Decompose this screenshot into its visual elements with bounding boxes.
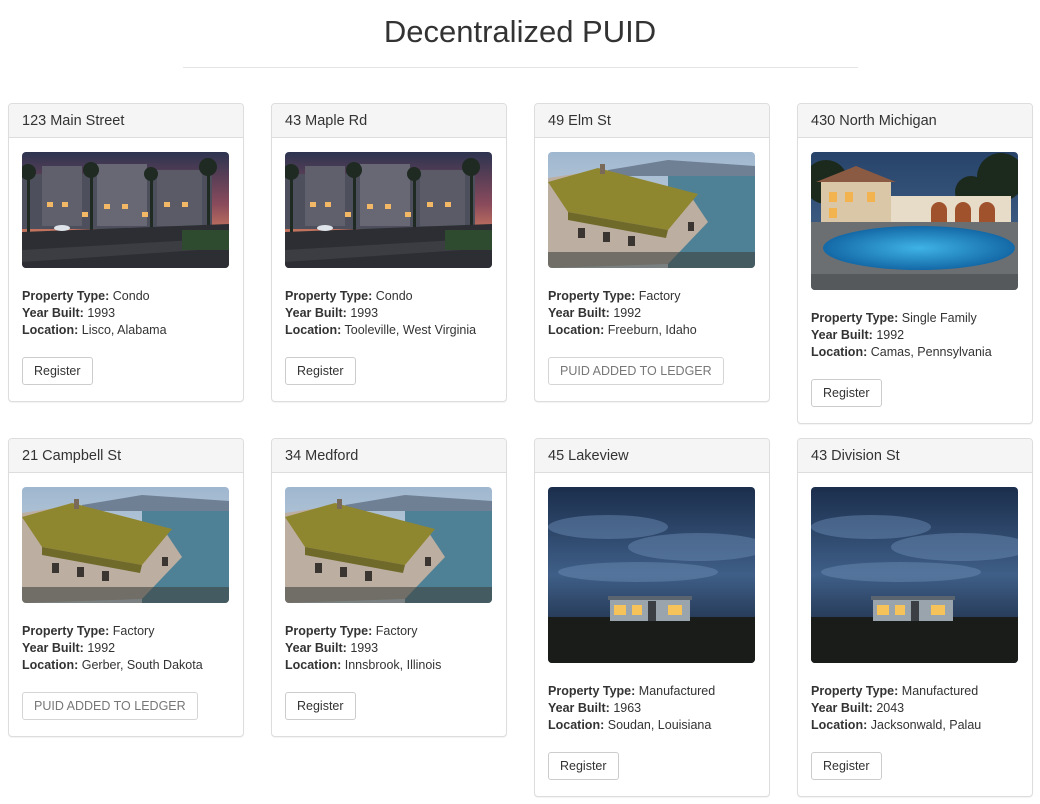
location-label: Location — [811, 345, 864, 359]
property-card: 49 Elm St Property Type: Factory Year Bu… — [534, 103, 770, 402]
property-type-value: Factory — [638, 289, 681, 303]
property-card-title: 123 Main Street — [9, 104, 243, 138]
type-label: Property Type — [22, 289, 106, 303]
puid-added-button[interactable]: PUID ADDED TO LEDGER — [22, 692, 198, 720]
property-card-title: 43 Maple Rd — [272, 104, 506, 138]
property-photo-night-house — [811, 487, 1018, 663]
property-type-value: Single Family — [901, 311, 977, 325]
property-card-title: 43 Division St — [798, 439, 1032, 473]
property-card: 123 Main Street Property Type: Condo Yea… — [8, 103, 244, 402]
property-photo-factory — [548, 152, 755, 268]
property-photo-factory — [285, 487, 492, 603]
location-label: Location — [285, 323, 338, 337]
year-built-value: 1993 — [350, 306, 379, 320]
title-divider — [183, 67, 858, 68]
property-card-title: 45 Lakeview — [535, 439, 769, 473]
type-label: Property Type — [548, 289, 632, 303]
puid-added-button[interactable]: PUID ADDED TO LEDGER — [548, 357, 724, 385]
year-built-value: 1993 — [350, 641, 379, 655]
year-built-value: 1992 — [87, 641, 116, 655]
property-card-title: 430 North Michigan — [798, 104, 1032, 138]
type-label: Property Type — [22, 624, 106, 638]
register-button[interactable]: Register — [285, 357, 356, 385]
year-label: Year Built — [548, 701, 606, 715]
register-button[interactable]: Register — [811, 752, 882, 780]
property-card: 43 Maple Rd Property Type: Condo Year Bu… — [271, 103, 507, 402]
year-built-value: 1993 — [87, 306, 116, 320]
property-type-value: Factory — [375, 624, 418, 638]
location-value: Tooleville, West Virginia — [344, 323, 477, 337]
property-photo-condo — [22, 152, 229, 268]
property-photo-villa — [811, 152, 1018, 290]
property-card: 21 Campbell St Property Type: Factory Ye… — [8, 438, 244, 737]
location-label: Location — [548, 718, 601, 732]
type-label: Property Type — [548, 684, 632, 698]
year-label: Year Built — [285, 306, 343, 320]
property-card-title: 34 Medford — [272, 439, 506, 473]
location-label: Location — [811, 718, 864, 732]
location-value: Gerber, South Dakota — [81, 658, 203, 672]
type-label: Property Type — [285, 289, 369, 303]
location-value: Soudan, Louisiana — [607, 718, 712, 732]
property-card-title: 49 Elm St — [535, 104, 769, 138]
year-label: Year Built — [548, 306, 606, 320]
year-built-value: 1963 — [613, 701, 642, 715]
property-type-value: Factory — [112, 624, 155, 638]
location-value: Camas, Pennsylvania — [870, 345, 992, 359]
register-button[interactable]: Register — [22, 357, 93, 385]
register-button[interactable]: Register — [548, 752, 619, 780]
location-label: Location — [548, 323, 601, 337]
property-card: 430 North Michigan Property Type: Single… — [797, 103, 1033, 424]
location-value: Lisco, Alabama — [81, 323, 167, 337]
location-value: Jacksonwald, Palau — [870, 718, 982, 732]
year-built-value: 1992 — [876, 328, 905, 342]
location-value: Innsbrook, Illinois — [344, 658, 442, 672]
property-card-title: 21 Campbell St — [9, 439, 243, 473]
property-type-value: Manufactured — [638, 684, 716, 698]
location-label: Location — [22, 658, 75, 672]
type-label: Property Type — [811, 684, 895, 698]
year-label: Year Built — [811, 701, 869, 715]
register-button[interactable]: Register — [285, 692, 356, 720]
property-photo-factory — [22, 487, 229, 603]
property-type-value: Manufactured — [901, 684, 979, 698]
type-label: Property Type — [285, 624, 369, 638]
property-photo-condo — [285, 152, 492, 268]
property-type-value: Condo — [375, 289, 413, 303]
year-built-value: 1992 — [613, 306, 642, 320]
property-type-value: Condo — [112, 289, 150, 303]
year-label: Year Built — [285, 641, 343, 655]
property-card: 43 Division St Property Type: Manufactur… — [797, 438, 1033, 797]
year-label: Year Built — [22, 306, 80, 320]
property-card: 45 Lakeview Property Type: Manufactured … — [534, 438, 770, 797]
type-label: Property Type — [811, 311, 895, 325]
property-photo-night-house — [548, 487, 755, 663]
location-label: Location — [285, 658, 338, 672]
location-label: Location — [22, 323, 75, 337]
page-title: Decentralized PUID — [383, 14, 657, 49]
year-label: Year Built — [22, 641, 80, 655]
year-built-value: 2043 — [876, 701, 905, 715]
year-label: Year Built — [811, 328, 869, 342]
location-value: Freeburn, Idaho — [607, 323, 697, 337]
property-card: 34 Medford Property Type: Factory Year B… — [271, 438, 507, 737]
register-button[interactable]: Register — [811, 379, 882, 407]
